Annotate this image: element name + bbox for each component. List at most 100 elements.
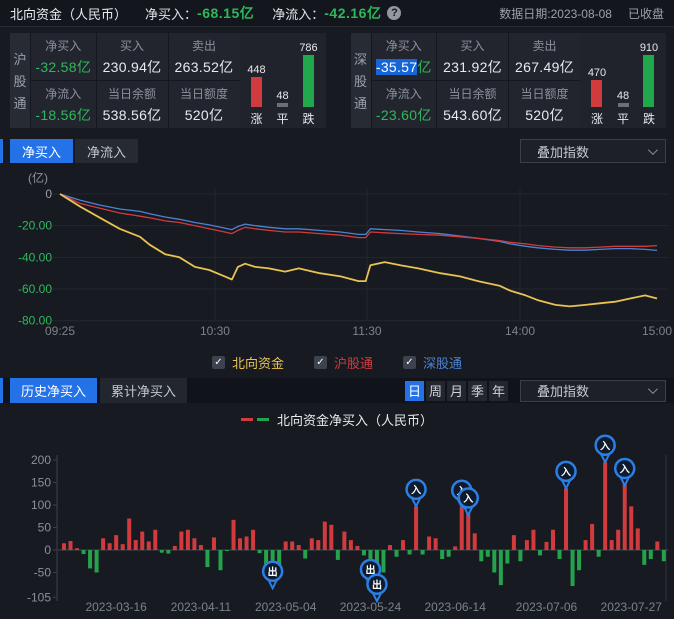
legend-item-北向资金[interactable]: ✓北向资金 — [212, 353, 284, 372]
bar — [551, 530, 555, 550]
bar — [440, 550, 444, 559]
updown-caption: 跌 — [302, 110, 314, 127]
updown-stack: 48 — [276, 41, 288, 107]
history-tab-0[interactable]: 历史净买入 — [10, 378, 97, 403]
bar — [492, 550, 496, 573]
net-buy-summary: 净买入： -68.15亿 — [145, 3, 254, 23]
intraday-line-chart: 0-20.00-40.00-60.00-80.0009:2510:3011:30… — [0, 163, 674, 348]
bar — [69, 541, 73, 550]
period-button-月[interactable]: 月 — [447, 381, 466, 401]
bar — [408, 550, 412, 555]
accent-bar — [0, 139, 3, 163]
period-button-周[interactable]: 周 — [426, 381, 445, 401]
panel-label-char: 通 — [354, 93, 367, 112]
updown-bar — [643, 55, 654, 107]
series-legend: ✓北向资金✓沪股通✓深股通 — [0, 348, 674, 376]
updown-caption: 涨 — [591, 110, 603, 127]
bar — [140, 532, 144, 550]
advance-decline-widget: 470涨48平910跌 — [580, 33, 666, 128]
bar — [88, 550, 92, 568]
svg-text:入: 入 — [463, 493, 473, 505]
bar — [421, 550, 425, 555]
period-button-日[interactable]: 日 — [405, 381, 424, 401]
bar — [205, 550, 209, 567]
legend-item-深股通[interactable]: ✓深股通 — [403, 353, 462, 372]
cell-label: 净流入 — [386, 85, 422, 102]
unit-label: (亿) — [28, 169, 48, 186]
bar — [584, 540, 588, 550]
bar — [349, 540, 353, 550]
flow-tab-1[interactable]: 净流入 — [75, 139, 138, 163]
cell-label: 买入 — [461, 37, 485, 54]
updown-col-down: 910跌 — [637, 41, 661, 127]
checkbox-checked-icon[interactable]: ✓ — [212, 356, 225, 369]
x-tick-label: 10:30 — [200, 324, 230, 338]
y-tick-label: 50 — [38, 521, 52, 535]
history-tabs: 历史净买入累计净买入 — [10, 378, 190, 403]
cell-value: 520亿 — [185, 105, 224, 125]
updown-col-flat: 48 平 — [271, 41, 295, 127]
flow-tab-0[interactable]: 净买入 — [10, 139, 73, 163]
bar — [486, 550, 490, 557]
net-buy-value: -68.15亿 — [197, 3, 254, 23]
market-status: 已收盘 — [628, 5, 664, 22]
cell-value: 230.94亿 — [103, 57, 162, 77]
panel-label-char: 沪 — [13, 49, 26, 68]
updown-stack: 470 — [588, 41, 606, 107]
flow-tabs: 净买入净流入 — [10, 139, 140, 163]
updown-stack: 786 — [299, 41, 317, 107]
checkbox-checked-icon[interactable]: ✓ — [403, 356, 416, 369]
history-legend: 北向资金净买入（人民币） — [0, 409, 674, 429]
bar — [538, 550, 542, 555]
bar — [577, 550, 581, 570]
marker-pin-in: 入 — [407, 480, 426, 507]
period-button-季[interactable]: 季 — [468, 381, 487, 401]
overlay-index-dropdown-2[interactable]: 叠加指数 — [520, 380, 666, 402]
history-tab-1[interactable]: 累计净买入 — [100, 378, 187, 403]
updown-col-down: 786 跌 — [297, 41, 321, 127]
panel-cell: 卖出263.52亿 — [169, 33, 240, 80]
bar — [434, 538, 438, 550]
svg-text:入: 入 — [411, 484, 421, 496]
cell-label: 净买入 — [45, 37, 81, 54]
bar — [342, 532, 346, 550]
checkbox-checked-icon[interactable]: ✓ — [314, 356, 327, 369]
bar — [114, 535, 118, 550]
panel-cell: 净流入-18.56亿 — [31, 81, 96, 128]
bar — [505, 550, 509, 564]
cell-value: -18.56亿 — [35, 105, 91, 125]
bar — [590, 524, 594, 550]
bar — [362, 550, 366, 555]
updown-caption: 平 — [276, 110, 288, 127]
bar — [518, 550, 522, 561]
bar — [355, 546, 359, 550]
overlay-index-label: 叠加指数 — [537, 142, 589, 161]
overlay-index-dropdown[interactable]: 叠加指数 — [520, 139, 666, 163]
bar — [336, 550, 340, 560]
bar — [153, 530, 157, 550]
net-flow-value: -42.16亿 — [324, 3, 381, 23]
help-icon[interactable]: ? — [387, 6, 401, 20]
cell-label: 买入 — [120, 37, 144, 54]
net-buy-label: 净买入： — [145, 4, 197, 23]
bar — [160, 550, 164, 553]
legend-label: 沪股通 — [334, 353, 373, 372]
bar — [173, 546, 177, 550]
x-tick-label: 14:00 — [505, 324, 535, 338]
bar — [473, 533, 477, 550]
bar — [479, 550, 483, 561]
y-tick-label: -60.00 — [18, 282, 52, 296]
y-tick-label: -105 — [27, 590, 51, 604]
cell-value: 543.60亿 — [443, 105, 502, 125]
bar — [82, 550, 86, 554]
period-button-年[interactable]: 年 — [489, 381, 508, 401]
y-tick-label: -20.00 — [18, 219, 52, 233]
cell-value: -32.58亿 — [35, 57, 91, 77]
legend-item-沪股通[interactable]: ✓ 沪股通 — [314, 353, 373, 372]
bar — [212, 537, 216, 550]
bar — [453, 546, 457, 550]
x-tick-label: 2023-04-11 — [171, 600, 232, 614]
bar — [238, 538, 242, 550]
bar — [544, 542, 548, 550]
bar — [232, 520, 236, 550]
